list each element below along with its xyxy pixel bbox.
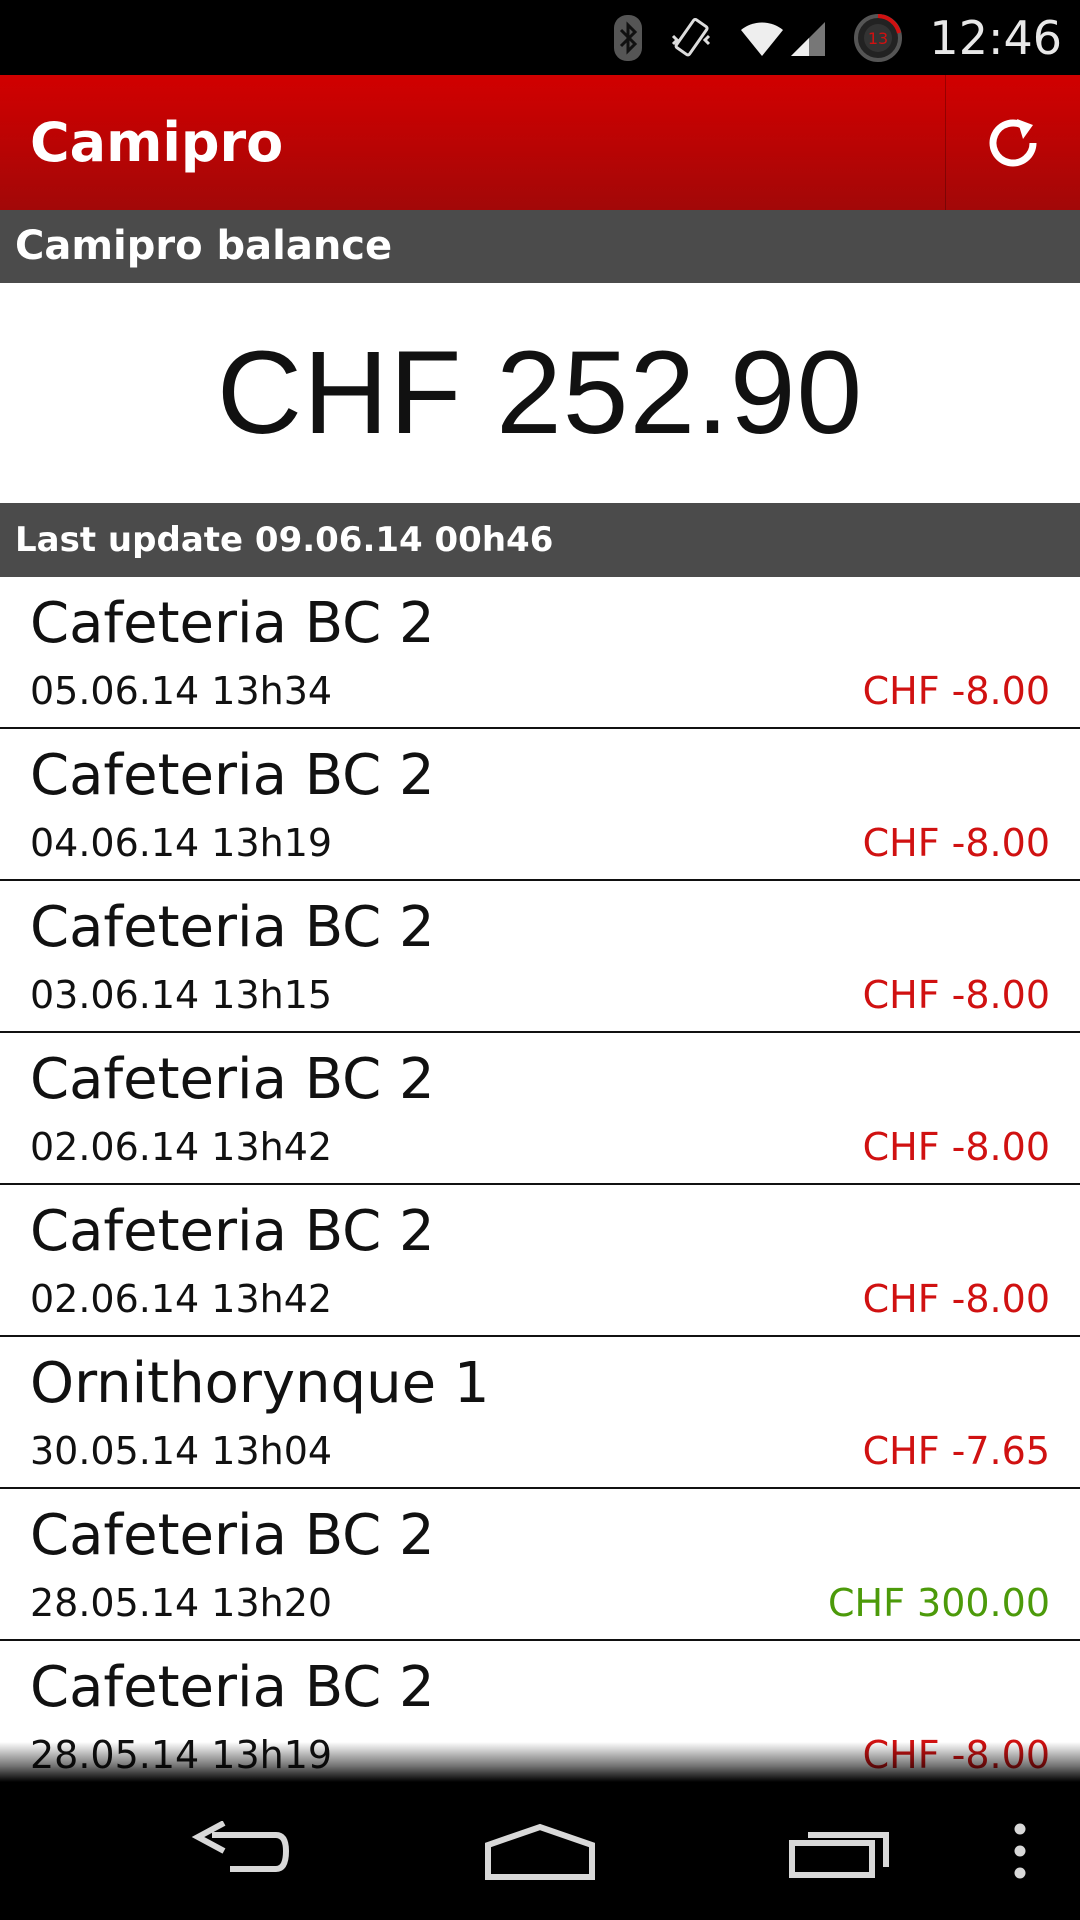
transaction-amount: CHF -8.00 [862, 1733, 1050, 1777]
status-icons: 13 12:46 [613, 0, 1062, 75]
transaction-amount: CHF -8.00 [862, 821, 1050, 865]
transaction-row[interactable]: Cafeteria BC 2 02.06.14 13h42 CHF -8.00 [0, 1185, 1080, 1337]
balance-header: Camipro balance [0, 210, 1080, 283]
transaction-amount: CHF -8.00 [862, 1125, 1050, 1169]
transaction-date: 03.06.14 13h15 [30, 973, 333, 1017]
transaction-name: Cafeteria BC 2 [30, 743, 435, 808]
back-button[interactable] [150, 1782, 330, 1920]
transaction-date: 30.05.14 13h04 [30, 1429, 333, 1473]
notification-count: 13 [868, 29, 888, 48]
transaction-name: Cafeteria BC 2 [30, 1047, 435, 1112]
transaction-row[interactable]: Cafeteria BC 2 03.06.14 13h15 CHF -8.00 [0, 881, 1080, 1033]
transaction-date: 02.06.14 13h42 [30, 1125, 333, 1169]
transaction-name: Cafeteria BC 2 [30, 1199, 435, 1264]
overflow-menu-button[interactable] [980, 1782, 1060, 1920]
transaction-date: 05.06.14 13h34 [30, 669, 333, 713]
refresh-button[interactable] [946, 75, 1080, 210]
transaction-amount: CHF -8.00 [862, 1277, 1050, 1321]
transaction-name: Cafeteria BC 2 [30, 895, 435, 960]
transaction-amount: CHF -7.65 [862, 1429, 1050, 1473]
balance-area: CHF 252.90 [0, 283, 1080, 503]
vibrate-icon [669, 14, 713, 62]
transaction-name: Ornithorynque 1 [30, 1351, 490, 1416]
signal-icon [789, 18, 827, 58]
transaction-row[interactable]: Cafeteria BC 2 02.06.14 13h42 CHF -8.00 [0, 1033, 1080, 1185]
transaction-row[interactable]: Cafeteria BC 2 28.05.14 13h20 CHF 300.00 [0, 1489, 1080, 1641]
home-button[interactable] [450, 1782, 630, 1920]
transaction-name: Cafeteria BC 2 [30, 591, 435, 656]
transaction-date: 28.05.14 13h19 [30, 1733, 333, 1777]
notification-counter-icon: 13 [853, 13, 903, 63]
home-icon [485, 1823, 595, 1880]
last-update-header: Last update 09.06.14 00h46 [0, 503, 1080, 577]
transaction-row[interactable]: Cafeteria BC 2 28.05.14 13h19 CHF -8.00 [0, 1641, 1080, 1782]
transaction-date: 02.06.14 13h42 [30, 1277, 333, 1321]
transaction-date: 04.06.14 13h19 [30, 821, 333, 865]
back-icon [191, 1821, 290, 1872]
recents-icon [789, 1832, 889, 1878]
navigation-bar [0, 1782, 1080, 1920]
transaction-amount: CHF 300.00 [827, 1581, 1050, 1625]
bluetooth-icon [613, 14, 643, 62]
transaction-date: 28.05.14 13h20 [30, 1581, 333, 1625]
transaction-list[interactable]: Cafeteria BC 2 05.06.14 13h34 CHF -8.00 … [0, 577, 1080, 1782]
recents-button[interactable] [750, 1782, 930, 1920]
status-clock: 12:46 [929, 10, 1062, 65]
transaction-row[interactable]: Cafeteria BC 2 05.06.14 13h34 CHF -8.00 [0, 577, 1080, 729]
status-bar: 13 12:46 [0, 0, 1080, 75]
refresh-icon [989, 118, 1037, 166]
transaction-row[interactable]: Ornithorynque 1 30.05.14 13h04 CHF -7.65 [0, 1337, 1080, 1489]
wifi-icon [739, 18, 785, 58]
action-bar: Camipro [0, 75, 1080, 210]
overflow-menu-icon [1014, 1823, 1026, 1879]
camipro-screen: 13 12:46 Camipro Camipro balance CHF 252… [0, 0, 1080, 1920]
transaction-name: Cafeteria BC 2 [30, 1655, 435, 1720]
transaction-name: Cafeteria BC 2 [30, 1503, 435, 1568]
app-title: Camipro [30, 111, 284, 174]
balance-value: CHF 252.90 [216, 327, 864, 459]
transaction-amount: CHF -8.00 [862, 669, 1050, 713]
transaction-row[interactable]: Cafeteria BC 2 04.06.14 13h19 CHF -8.00 [0, 729, 1080, 881]
transaction-amount: CHF -8.00 [862, 973, 1050, 1017]
